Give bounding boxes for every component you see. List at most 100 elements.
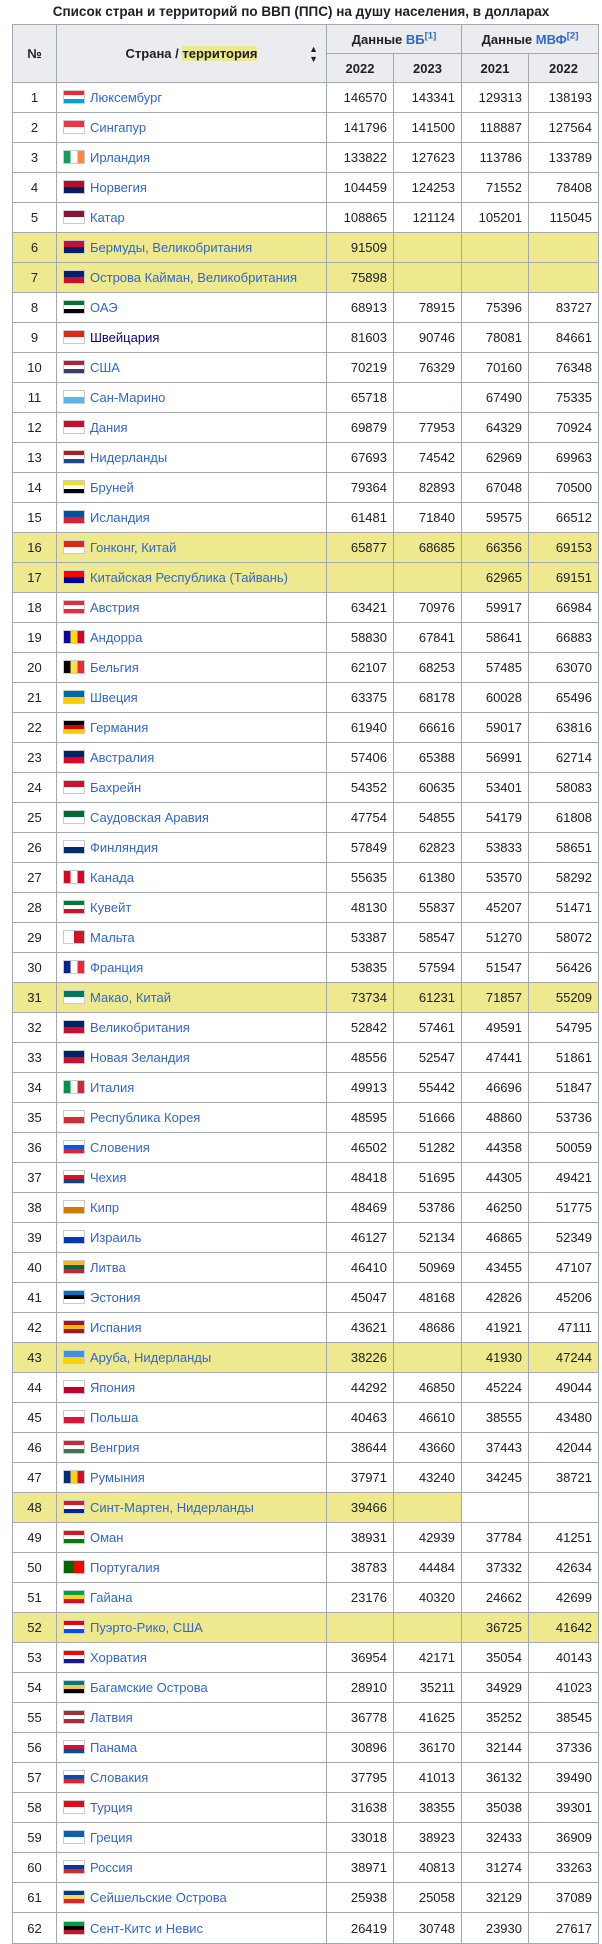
country-link[interactable]: ОАЭ bbox=[90, 300, 118, 315]
imf-link[interactable]: МВФ bbox=[536, 32, 567, 47]
wb-link[interactable]: ВБ bbox=[406, 32, 425, 47]
country-link[interactable]: Пуэрто-Рико, США bbox=[90, 1620, 203, 1635]
value-cell: 52547 bbox=[393, 1042, 462, 1073]
country-header[interactable]: Страна / территория ▲ ▼ bbox=[56, 24, 327, 83]
rank-cell: 22 bbox=[12, 712, 57, 743]
country-link[interactable]: Бруней bbox=[90, 480, 134, 495]
country-link[interactable]: Исландия bbox=[90, 510, 150, 525]
year-header[interactable]: 2021 bbox=[461, 53, 529, 83]
rank-header[interactable]: № bbox=[12, 24, 57, 83]
country-link[interactable]: Гайана bbox=[90, 1590, 132, 1605]
country-link[interactable]: Румыния bbox=[90, 1470, 145, 1485]
country-link[interactable]: Дания bbox=[90, 420, 128, 435]
country-link[interactable]: Кувейт bbox=[90, 900, 131, 915]
year-header[interactable]: 2023 bbox=[393, 53, 462, 83]
country-link[interactable]: Кипр bbox=[90, 1200, 119, 1215]
country-cell: Канада bbox=[56, 862, 327, 893]
country-link[interactable]: Канада bbox=[90, 870, 134, 885]
value-cell: 55837 bbox=[393, 892, 462, 923]
country-link[interactable]: Андорра bbox=[90, 630, 142, 645]
country-link[interactable]: Багамские Острова bbox=[90, 1680, 208, 1695]
country-link[interactable]: Норвегия bbox=[90, 180, 147, 195]
country-link[interactable]: Литва bbox=[90, 1260, 126, 1275]
rank-cell: 44 bbox=[12, 1372, 57, 1403]
country-link[interactable]: Ирландия bbox=[90, 150, 150, 165]
country-link[interactable]: Испания bbox=[90, 1320, 142, 1335]
country-link[interactable]: Чехия bbox=[90, 1170, 126, 1185]
flag-icon bbox=[63, 1200, 85, 1214]
year-header[interactable]: 2022 bbox=[527, 53, 600, 83]
country-link[interactable]: Латвия bbox=[90, 1710, 133, 1725]
country-link[interactable]: Великобритания bbox=[90, 1020, 190, 1035]
value-cell: 51547 bbox=[461, 952, 529, 983]
value-cell: 23176 bbox=[326, 1582, 394, 1613]
country-link[interactable]: Бермуды, Великобритания bbox=[90, 240, 252, 255]
country-link[interactable]: Франция bbox=[90, 960, 143, 975]
country-link[interactable]: Израиль bbox=[90, 1230, 141, 1245]
country-link[interactable]: Люксембург bbox=[90, 90, 162, 105]
country-link[interactable]: Сент-Китс и Невис bbox=[90, 1921, 203, 1936]
flag-icon bbox=[63, 1170, 85, 1184]
country-link[interactable]: Австрия bbox=[90, 600, 139, 615]
country-link[interactable]: Португалия bbox=[90, 1560, 160, 1575]
value-cell: 25058 bbox=[393, 1882, 462, 1913]
country-link[interactable]: Гонконг, Китай bbox=[90, 540, 176, 555]
imf-ref-link[interactable]: [2] bbox=[567, 30, 579, 41]
country-link[interactable]: Сан-Марино bbox=[90, 390, 165, 405]
country-link[interactable]: Синт-Мартен, Нидерланды bbox=[90, 1500, 254, 1515]
country-link[interactable]: Финляндия bbox=[90, 840, 158, 855]
country-link[interactable]: Турция bbox=[90, 1800, 133, 1815]
country-link[interactable]: Швеция bbox=[90, 690, 138, 705]
year-header[interactable]: 2022 bbox=[326, 53, 394, 83]
country-link[interactable]: Мальта bbox=[90, 930, 135, 945]
country-link[interactable]: Хорватия bbox=[90, 1650, 147, 1665]
country-link[interactable]: Сейшельские Острова bbox=[90, 1890, 227, 1905]
country-link[interactable]: Словакия bbox=[90, 1770, 148, 1785]
rank-cell: 8 bbox=[12, 292, 57, 323]
value-cell: 54795 bbox=[527, 1012, 600, 1043]
country-link[interactable]: Словения bbox=[90, 1140, 150, 1155]
country-link[interactable]: Аруба, Нидерланды bbox=[90, 1350, 211, 1365]
value-cell: 41625 bbox=[393, 1702, 462, 1733]
value-cell: 124253 bbox=[393, 172, 462, 203]
value-cell: 42044 bbox=[527, 1432, 600, 1463]
country-link[interactable]: США bbox=[90, 360, 120, 375]
country-link[interactable]: Макао, Китай bbox=[90, 990, 171, 1005]
country-link[interactable]: Новая Зеландия bbox=[90, 1050, 190, 1065]
country-link[interactable]: Эстония bbox=[90, 1290, 140, 1305]
country-link[interactable]: Австралия bbox=[90, 750, 154, 765]
rank-cell: 55 bbox=[12, 1702, 57, 1733]
country-link[interactable]: Япония bbox=[90, 1380, 135, 1395]
country-cell: Республика Корея bbox=[56, 1102, 327, 1133]
country-link[interactable]: Острова Кайман, Великобритания bbox=[90, 270, 297, 285]
value-cell: 56426 bbox=[527, 952, 600, 983]
rank-cell: 43 bbox=[12, 1342, 57, 1373]
table-row: 53 Хорватия 36954 42171 35054 40143 bbox=[12, 1642, 600, 1673]
country-link[interactable]: Греция bbox=[90, 1830, 133, 1845]
value-cell: 57849 bbox=[326, 832, 394, 863]
country-link[interactable]: Бельгия bbox=[90, 660, 139, 675]
country-link[interactable]: Бахрейн bbox=[90, 780, 141, 795]
country-link[interactable]: Германия bbox=[90, 720, 148, 735]
value-cell: 143341 bbox=[393, 82, 462, 113]
country-link[interactable]: Польша bbox=[90, 1410, 138, 1425]
country-link[interactable]: Китайская Республика (Тайвань) bbox=[90, 570, 288, 585]
country-link[interactable]: Катар bbox=[90, 210, 125, 225]
country-link[interactable]: Швейцария bbox=[90, 330, 159, 345]
value-cell: 55209 bbox=[527, 982, 600, 1013]
country-link[interactable]: Панама bbox=[90, 1740, 137, 1755]
wb-header-prefix: Данные bbox=[351, 31, 406, 47]
rank-cell: 16 bbox=[12, 532, 57, 563]
flag-icon bbox=[63, 1110, 85, 1124]
wb-ref-link[interactable]: [1] bbox=[425, 30, 437, 41]
sort-icon[interactable]: ▲ ▼ bbox=[309, 44, 318, 64]
country-link[interactable]: Россия bbox=[90, 1860, 133, 1875]
country-link[interactable]: Республика Корея bbox=[90, 1110, 200, 1125]
country-link[interactable]: Италия bbox=[90, 1080, 134, 1095]
country-link[interactable]: Сингапур bbox=[90, 120, 146, 135]
value-cell: 138193 bbox=[527, 82, 600, 113]
country-link[interactable]: Оман bbox=[90, 1530, 123, 1545]
country-link[interactable]: Нидерланды bbox=[90, 450, 167, 465]
country-link[interactable]: Саудовская Аравия bbox=[90, 810, 209, 825]
country-link[interactable]: Венгрия bbox=[90, 1440, 139, 1455]
